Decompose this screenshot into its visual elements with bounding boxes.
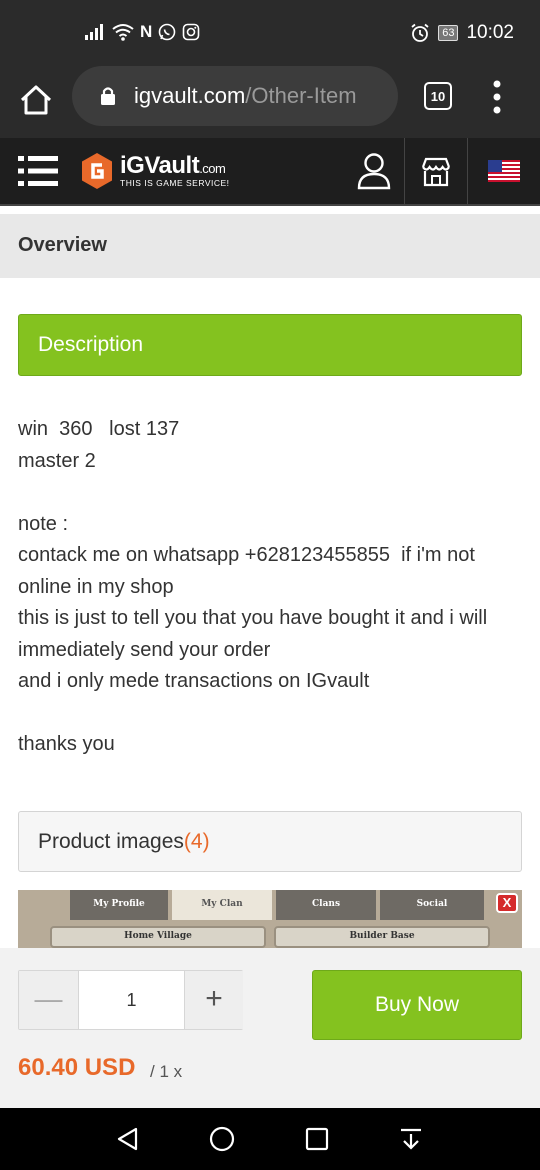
browser-url-bar: igvault.com/Other-Item 10 [0,66,540,138]
status-right-icons: 63 10:02 [410,22,514,44]
home-nav-icon[interactable] [209,1126,235,1152]
recents-icon[interactable] [305,1127,329,1151]
description-line: note : [18,512,69,535]
clock: 10:02 [466,22,514,43]
store-icon[interactable] [420,156,452,188]
status-bar: N 63 10:02 [0,0,540,66]
wifi-icon [112,24,134,41]
description-line: master 2 [18,449,96,472]
overview-title: Overview [18,234,107,256]
notification-pulldown-icon[interactable] [399,1127,423,1151]
description-line: thanks you [18,733,115,755]
overflow-menu-icon[interactable] [492,80,502,114]
logo-hexagon-icon [82,153,112,189]
logo-tagline: THIS IS GAME SERVICE! [120,178,230,188]
product-images-count: (4) [183,830,210,853]
quantity-input[interactable]: 1 [79,971,184,1029]
nfc-icon: N [140,22,153,41]
back-icon[interactable] [116,1127,140,1151]
product-images-tab[interactable]: Product images(4) [18,811,522,872]
whatsapp-icon [158,23,176,41]
description-line: this is just to tell you that you have b… [18,607,493,661]
address-field[interactable]: igvault.com/Other-Item [72,66,398,126]
quantity-stepper: — 1 + [18,970,243,1030]
game-tab-profile: My Profile [70,890,168,920]
price: 60.40 USD [18,1054,136,1081]
description-label: Description [38,333,144,356]
game-close-icon: X [496,893,518,913]
game-tab-clans: Clans [276,890,376,920]
site-logo[interactable]: iGVault.com THIS IS GAME SERVICE! [80,152,260,192]
purchase-bar: — 1 + Buy Now 60.40 USD / 1 x [0,948,540,1108]
user-account-icon[interactable] [356,152,392,190]
quantity-increase-button[interactable]: + [184,971,243,1029]
quantity-decrease-button[interactable]: — [19,971,79,1029]
battery-icon: 63 [438,25,459,41]
home-icon[interactable] [18,82,54,118]
hamburger-menu-icon[interactable] [18,154,58,188]
buy-now-button[interactable]: Buy Now [312,970,522,1040]
price-unit: / 1 x [150,1062,183,1081]
lock-icon [101,87,115,105]
game-tab-my-clan: My Clan [172,890,272,920]
game-subtab-home: Home Village [50,926,266,948]
description-line: contack me on whatsapp +628123455855 if … [18,544,481,598]
game-tab-social: Social [380,890,484,920]
status-left-icons: N [84,22,200,42]
description-line: and i only mede transactions on IGvault [18,670,370,692]
logo-suffix: .com [199,161,226,176]
header-divider [404,138,405,206]
us-flag-icon[interactable] [488,160,520,182]
url-path: /Other-Item [245,83,357,108]
overview-section-header: Overview [0,214,540,278]
description-line: win 360 lost 137 [18,418,180,440]
instagram-icon [182,23,200,41]
tab-switcher-button[interactable]: 10 [424,82,452,110]
header-divider [467,138,468,206]
description-line [18,698,528,730]
url-domain: igvault.com [134,83,246,108]
logo-name: iGVault [120,152,200,179]
description-tab[interactable]: Description [18,314,522,376]
product-image-preview[interactable]: My Profile My Clan Clans Social X Home V… [18,890,522,948]
description-line [18,477,528,509]
description-text: win 360 lost 137 master 2 note : contack… [18,414,528,761]
alarm-icon [411,23,429,42]
system-navigation-bar [0,1108,540,1170]
site-header: iGVault.com THIS IS GAME SERVICE! [0,138,540,206]
signal-icon [85,24,103,40]
product-images-label: Product images [38,830,184,853]
game-subtab-builder: Builder Base [274,926,490,948]
url-text: igvault.com/Other-Item [134,83,357,109]
